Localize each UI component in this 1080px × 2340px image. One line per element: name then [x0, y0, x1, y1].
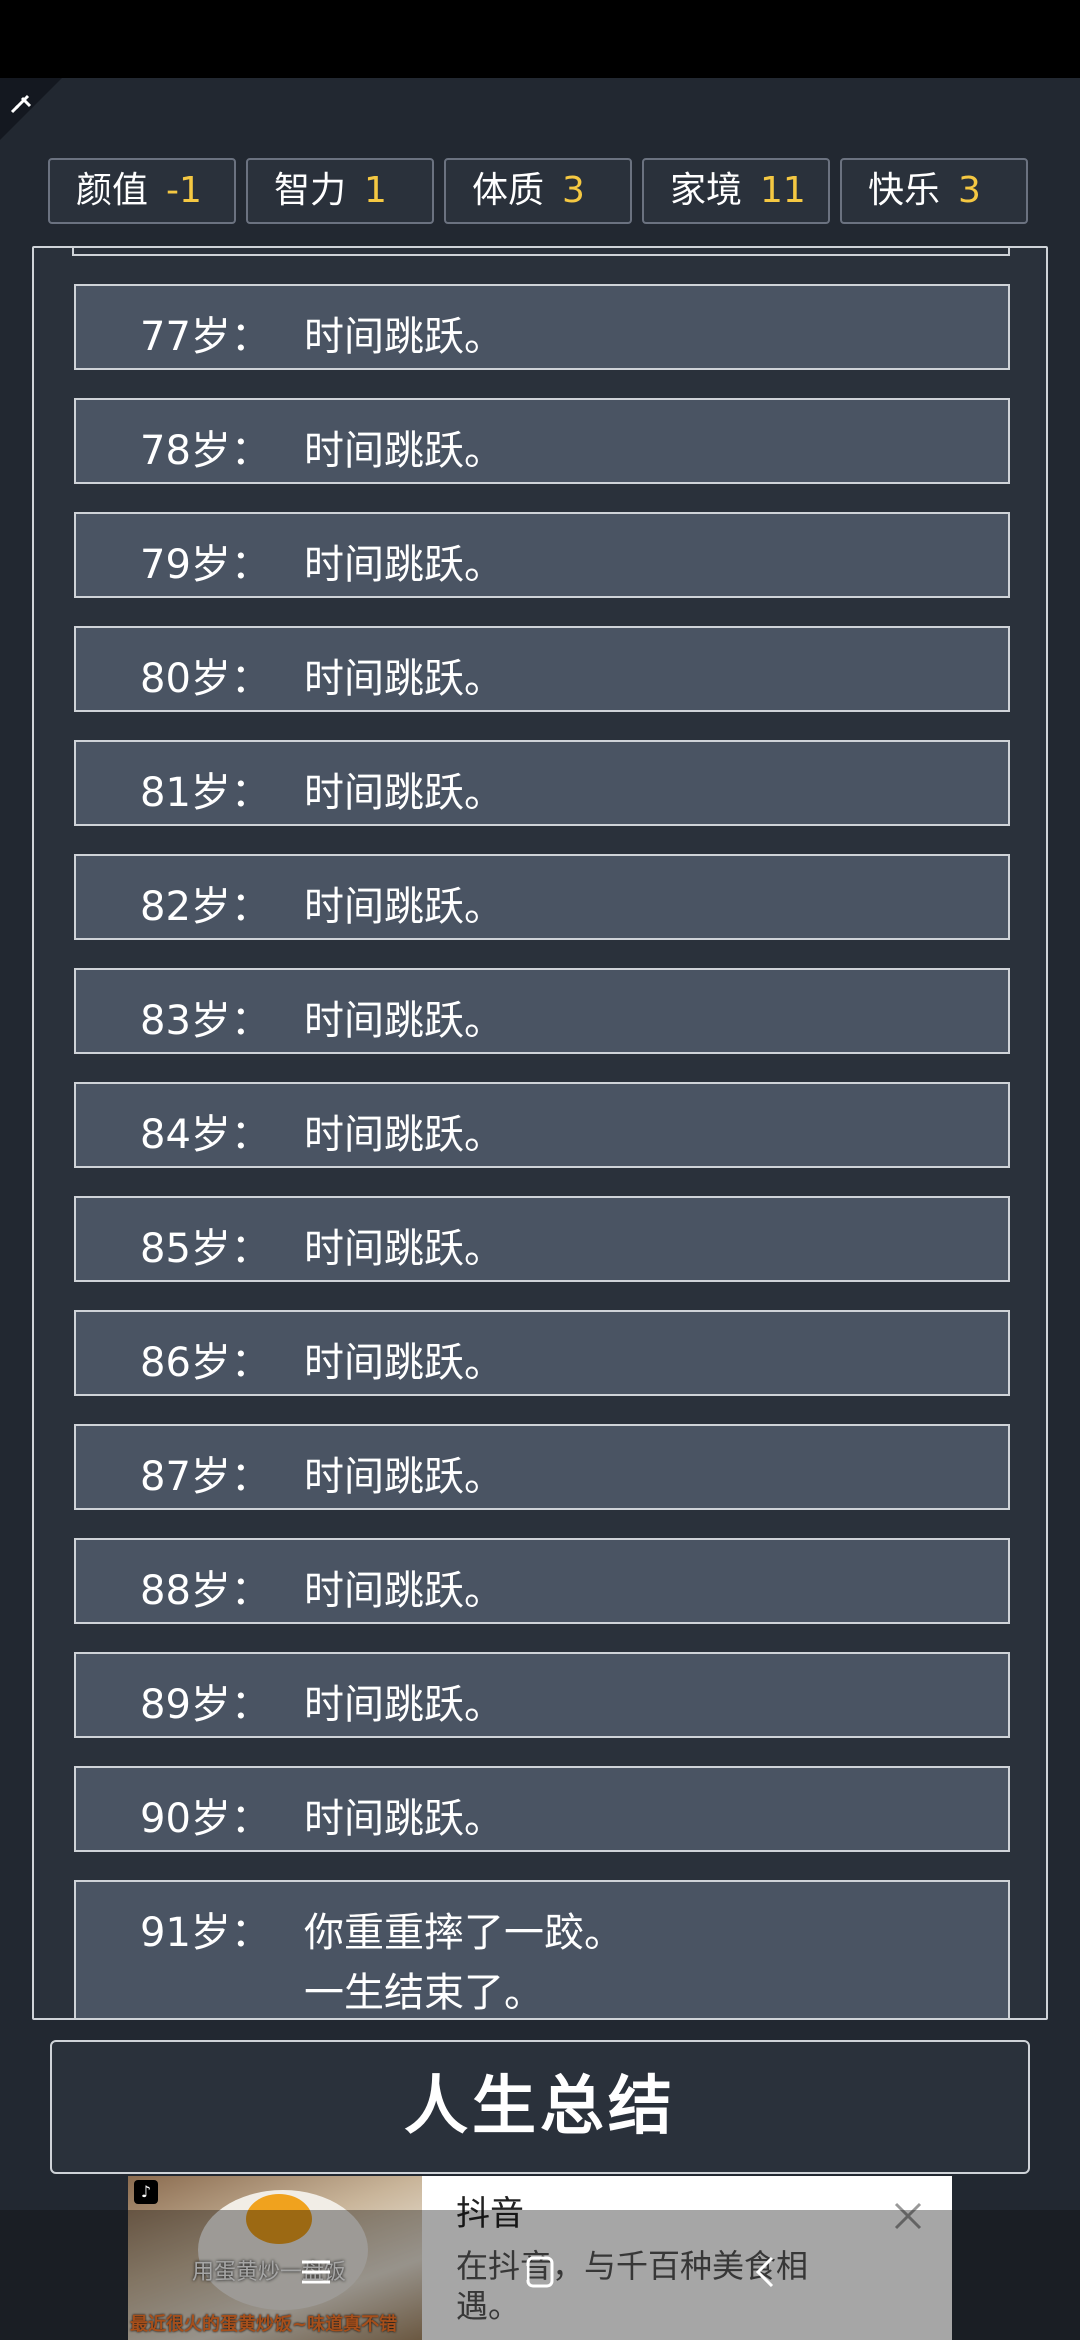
- log-age: 82岁：: [140, 884, 271, 930]
- log-row: 79岁： 时间跳跃。: [74, 512, 1010, 598]
- log-event: 时间跳跃。: [304, 314, 504, 360]
- log-row: 85岁： 时间跳跃。: [74, 1196, 1010, 1282]
- log-age: 88岁：: [140, 1568, 271, 1614]
- status-bar: [0, 0, 1080, 78]
- stat-happiness: 快乐 3: [840, 158, 1028, 224]
- log-event: 你重重摔了一跤。: [304, 1910, 624, 1956]
- log-age: 85岁：: [140, 1226, 271, 1272]
- log-event: 时间跳跃。: [304, 428, 504, 474]
- log-row: 89岁： 时间跳跃。: [74, 1652, 1010, 1738]
- log-row: 84岁： 时间跳跃。: [74, 1082, 1010, 1168]
- pin-icon[interactable]: [0, 78, 62, 140]
- log-row: 86岁： 时间跳跃。: [74, 1310, 1010, 1396]
- log-age: 91岁：: [140, 1910, 271, 1956]
- stat-label: 智力: [274, 170, 347, 211]
- log-age: 86岁：: [140, 1340, 271, 1386]
- log-row: 83岁： 时间跳跃。: [74, 968, 1010, 1054]
- log-row: 88岁： 时间跳跃。: [74, 1538, 1010, 1624]
- stat-value: 1: [364, 170, 387, 211]
- stat-label: 颜值: [76, 170, 149, 211]
- stat-physique: 体质 3: [444, 158, 632, 224]
- attribute-bar: 颜值 -1 智力 1 体质 3 家境 11 快乐 3: [48, 158, 1032, 226]
- log-event: 时间跳跃。: [304, 1454, 504, 1500]
- log-event: 时间跳跃。: [304, 1112, 504, 1158]
- log-age: 84岁：: [140, 1112, 271, 1158]
- log-event: 时间跳跃。: [304, 1226, 504, 1272]
- log-age: 87岁：: [140, 1454, 271, 1500]
- stat-label: 快乐: [868, 170, 941, 211]
- stat-value: 3: [958, 170, 981, 211]
- stat-family: 家境 11: [642, 158, 830, 224]
- log-event: 时间跳跃。: [304, 1682, 504, 1728]
- log-age: 80岁：: [140, 656, 271, 702]
- log-age: 79岁：: [140, 542, 271, 588]
- log-age: 89岁：: [140, 1682, 271, 1728]
- log-event: 时间跳跃。: [304, 770, 504, 816]
- stat-value: 3: [562, 170, 585, 211]
- log-row: 82岁： 时间跳跃。: [74, 854, 1010, 940]
- previous-row-edge: [72, 248, 1010, 256]
- log-event: 时间跳跃。: [304, 1568, 504, 1614]
- log-row: 90岁： 时间跳跃。: [74, 1766, 1010, 1852]
- stat-appearance: 颜值 -1: [48, 158, 236, 224]
- stat-label: 家境: [670, 170, 743, 211]
- life-summary-button[interactable]: 人生总结: [50, 2040, 1030, 2174]
- log-row: 78岁： 时间跳跃。: [74, 398, 1010, 484]
- home-icon[interactable]: [518, 2250, 562, 2294]
- log-age: 83岁：: [140, 998, 271, 1044]
- log-event: 时间跳跃。: [304, 998, 504, 1044]
- log-row: 80岁： 时间跳跃。: [74, 626, 1010, 712]
- back-icon[interactable]: [744, 2250, 788, 2294]
- tiktok-icon: ♪: [134, 2180, 158, 2204]
- log-age: 78岁：: [140, 428, 271, 474]
- log-age: 77岁：: [140, 314, 271, 360]
- log-row: 87岁： 时间跳跃。: [74, 1424, 1010, 1510]
- log-row: 81岁： 时间跳跃。: [74, 740, 1010, 826]
- log-event: 时间跳跃。: [304, 1340, 504, 1386]
- log-event: 时间跳跃。: [304, 542, 504, 588]
- log-age: 81岁：: [140, 770, 271, 816]
- log-event: 时间跳跃。: [304, 884, 504, 930]
- log-row-final: 91岁： 你重重摔了一跤。 一生结束了。: [74, 1880, 1010, 2018]
- log-event: 时间跳跃。: [304, 1796, 504, 1842]
- log-age: 90岁：: [140, 1796, 271, 1842]
- stat-value: 11: [760, 170, 806, 211]
- log-event: 时间跳跃。: [304, 656, 504, 702]
- log-row: 77岁： 时间跳跃。: [74, 284, 1010, 370]
- menu-icon[interactable]: [294, 2250, 338, 2294]
- stat-intelligence: 智力 1: [246, 158, 434, 224]
- log-event-ending: 一生结束了。: [304, 1970, 544, 2016]
- stat-value: -1: [166, 170, 202, 211]
- life-log-panel[interactable]: 77岁： 时间跳跃。 78岁： 时间跳跃。 79岁： 时间跳跃。 80岁： 时间跳跃。 …: [32, 246, 1048, 2020]
- stat-label: 体质: [472, 170, 545, 211]
